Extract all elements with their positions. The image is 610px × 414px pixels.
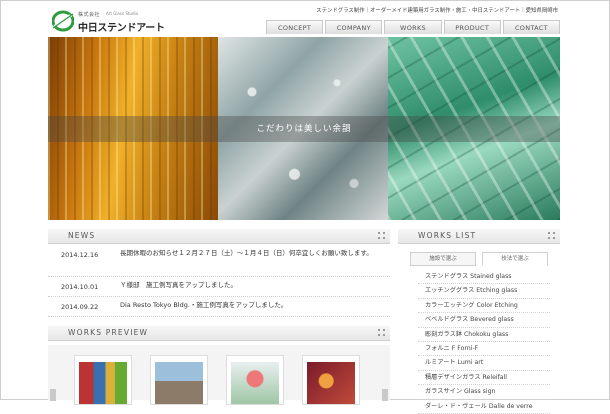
work-thumbnail[interactable] [74,355,132,405]
news-list: 2014.12.16 長期休暇のお知らせ１２月２７日（土）〜１月４日（日）何卒宜… [48,244,390,317]
works-list-item[interactable]: フォルニ F Forni-F [418,342,550,357]
dots-icon [378,232,386,240]
news-title: NEWS [68,231,96,240]
dots-icon [548,232,556,240]
works-list-item[interactable]: ガラスサイン Glass sign [418,385,550,400]
logo-mark-icon [52,10,74,32]
nav-tab-contact[interactable]: CONTACT [502,20,561,34]
news-date: 2014.10.01 [61,283,99,291]
works-list-header: WORKS LIST [398,229,560,244]
works-list-item[interactable]: 積層デザインガラス Releifall [418,371,550,386]
works-preview-title: WORKS PREVIEW [68,328,149,337]
company-logo[interactable]: 株式会社 Art Glass Studio 中日ステンドアート [52,10,165,34]
works-list-item[interactable]: 彫刻ガラス鉢 Chokoku glass [418,328,550,342]
news-text[interactable]: Ｙ様邸 施工例写真をアップしました。 [120,279,382,292]
tab-by-facility[interactable]: 施設で選ぶ [410,252,476,266]
logo-sub-text: Art Glass Studio [106,11,139,16]
works-list-item[interactable]: ダーレ・ド・ヴェール Dalle de verre [418,400,550,414]
work-thumbnail-image [231,362,279,404]
nav-tab-works[interactable]: WORKS [384,20,442,34]
carousel-next-arrow-icon[interactable] [382,389,388,401]
logo-name: 中日ステンドアート [78,23,165,34]
news-header: NEWS [48,229,390,244]
work-thumbnail[interactable] [150,355,208,405]
work-thumbnail-image [79,362,127,404]
tab-by-technique[interactable]: 技法で選ぶ [482,252,548,266]
header-tagline: ステンドグラス制作｜オーダーメイド建築用ガラス制作・施工・中日ステンドアート｜愛… [316,8,558,14]
nav-tab-company[interactable]: COMPANY [325,20,383,34]
works-list-item[interactable]: ルミアート Lumi art [418,356,550,371]
news-date: 2014.12.16 [61,251,99,259]
work-thumbnail[interactable] [302,355,360,405]
carousel-prev-arrow-icon[interactable] [50,389,56,401]
news-item[interactable]: 2014.12.16 長期休暇のお知らせ１２月２７日（土）〜１月４日（日）何卒宜… [48,244,390,277]
hero-caption: こだわりは美しい余韻 [256,124,352,134]
news-item[interactable]: 2014.09.22 Dia Resto Tokyo Bldg.・施工例写真をア… [48,297,390,317]
works-list: ステンドグラス Stained glass エッチンググラス Etching g… [418,270,550,414]
works-list-item[interactable]: エッチンググラス Etching glass [418,284,550,299]
works-preview-header: WORKS PREVIEW [48,326,390,341]
works-list-item[interactable]: ベベルドグラス Bevered glass [418,313,550,328]
work-thumbnail-image [155,362,203,404]
work-thumbnail[interactable] [226,355,284,405]
logo-company-type: 株式会社 [78,12,101,18]
works-list-item[interactable]: ステンドグラス Stained glass [418,270,550,285]
dots-icon [378,329,386,337]
nav-tab-product[interactable]: PRODUCT [443,20,501,34]
news-item[interactable]: 2014.10.01 Ｙ様邸 施工例写真をアップしました。 [48,277,390,297]
work-thumbnail-image [307,362,355,404]
works-list-tabs: 施設で選ぶ 技法で選ぶ [410,252,550,266]
nav-tab-concept[interactable]: CONCEPT [266,20,324,34]
hero-banner: こだわりは美しい余韻 [48,37,560,220]
news-text[interactable]: Dia Resto Tokyo Bldg.・施工例写真をアップしました。 [120,299,382,312]
main-nav: CONCEPT COMPANY WORKS PRODUCT CONTACT [266,20,561,34]
works-preview-carousel [48,345,390,405]
works-list-item[interactable]: カラーエッチング Color Etching [418,299,550,314]
news-text[interactable]: 長期休暇のお知らせ１２月２７日（土）〜１月４日（日）何卒宜しくお願い致します。 [120,247,382,260]
news-date: 2014.09.22 [61,303,99,311]
works-list-title: WORKS LIST [418,231,477,240]
